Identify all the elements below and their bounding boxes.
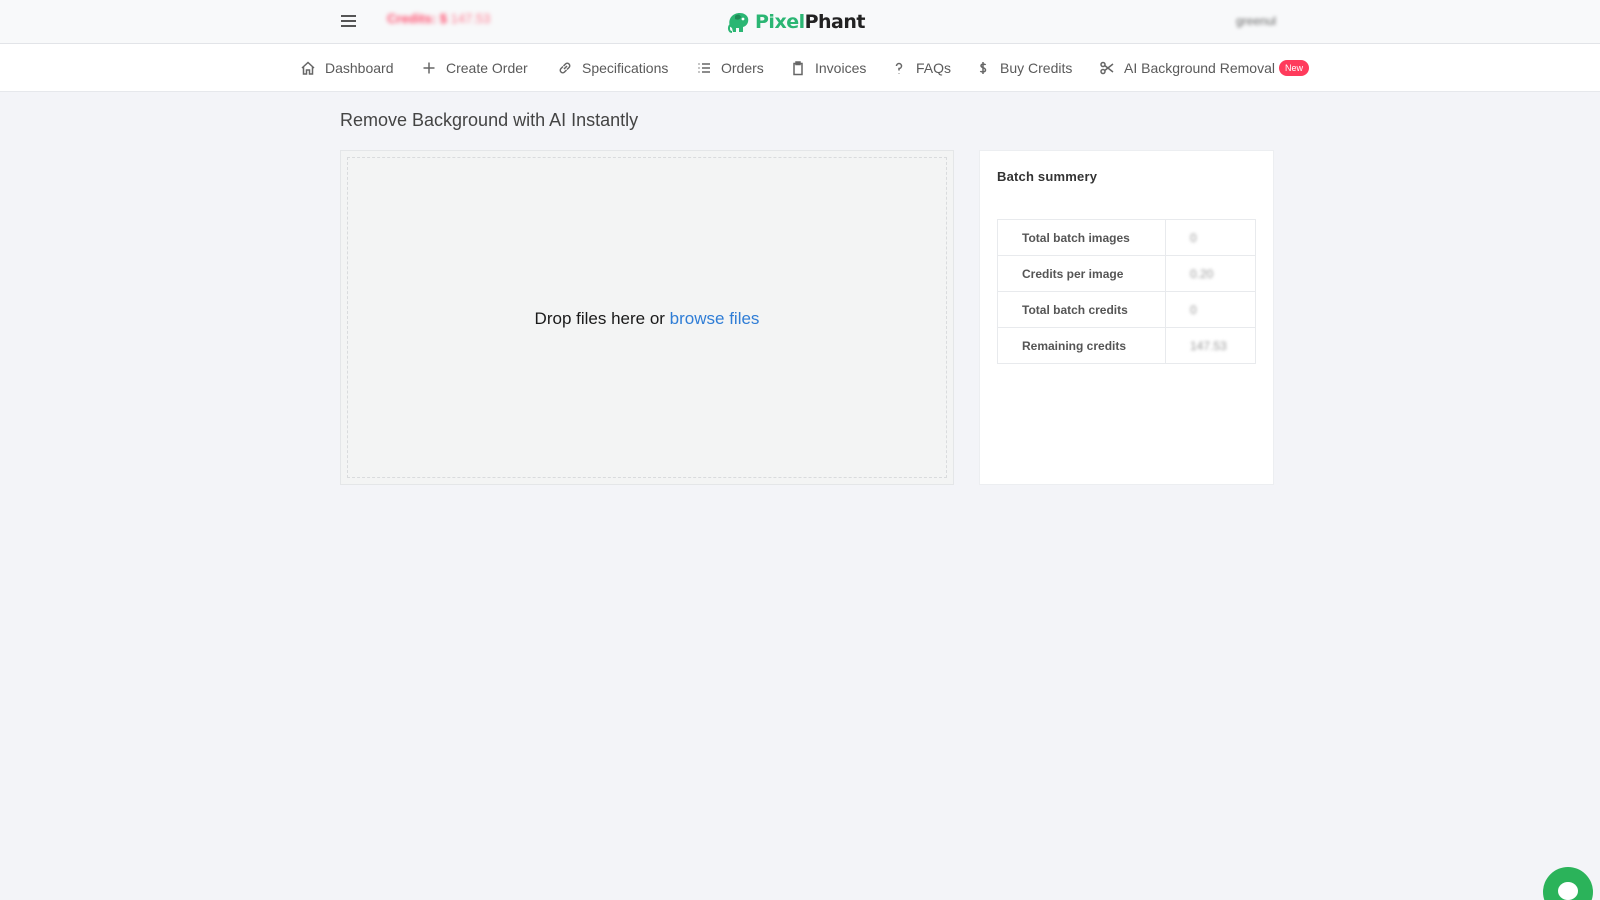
nav-item-create-order[interactable]: Create Order <box>421 44 528 92</box>
nav-item-buy-credits[interactable]: Buy Credits <box>975 44 1072 92</box>
batch-summary-title: Batch summery <box>997 169 1098 184</box>
scissors-icon <box>1099 60 1115 76</box>
plus-icon <box>421 60 437 76</box>
batch-summary-table: Total batch images 0 Credits per image 0… <box>997 219 1256 364</box>
nav-label-buy-credits: Buy Credits <box>1000 60 1073 76</box>
top-header: Credits: $ 147.53 PixelPhant greenul <box>0 0 1600 44</box>
credits-balance: Credits: $ 147.53 <box>387 11 490 26</box>
summary-value: 0.20 <box>1165 255 1256 292</box>
link-icon <box>557 60 573 76</box>
main-nav: Dashboard Create Order Specifications Or… <box>0 44 1600 92</box>
nav-label-create-order: Create Order <box>446 60 528 76</box>
nav-label-orders: Orders <box>721 60 764 76</box>
table-row: Total batch credits 0 <box>997 291 1256 328</box>
nav-item-faqs[interactable]: FAQs <box>891 44 951 92</box>
summary-label: Total batch images <box>997 219 1166 256</box>
dropzone-text: Drop files here or browse files <box>348 309 946 329</box>
nav-item-specifications[interactable]: Specifications <box>557 44 668 92</box>
summary-value: 147.53 <box>1165 327 1256 364</box>
summary-value: 0 <box>1165 291 1256 328</box>
user-menu[interactable]: greenul <box>1236 14 1276 28</box>
home-icon <box>300 60 316 76</box>
chat-bubble-icon <box>1558 882 1578 900</box>
nav-item-orders[interactable]: Orders <box>696 44 764 92</box>
upload-card: Drop files here or browse files <box>340 150 954 485</box>
nav-label-ai-background-removal: AI Background Removal <box>1124 60 1275 76</box>
dollar-icon <box>975 60 991 76</box>
pixelphant-logo[interactable]: PixelPhant <box>726 7 865 37</box>
table-row: Remaining credits 147.53 <box>997 327 1256 364</box>
question-icon <box>891 60 907 76</box>
nav-item-ai-background-removal[interactable]: AI Background Removal New <box>1099 44 1309 92</box>
logo-text-pixel: Pixel <box>755 11 805 33</box>
summary-value: 0 <box>1165 219 1256 256</box>
dropzone-prompt: Drop files here or <box>534 309 665 328</box>
nav-label-dashboard: Dashboard <box>325 60 394 76</box>
summary-label: Total batch credits <box>997 291 1166 328</box>
clipboard-icon <box>790 60 806 76</box>
nav-label-faqs: FAQs <box>916 60 952 76</box>
table-row: Credits per image 0.20 <box>997 255 1256 292</box>
summary-label: Remaining credits <box>997 327 1166 364</box>
menu-icon[interactable] <box>338 12 360 32</box>
batch-summary-card: Batch summery Total batch images 0 Credi… <box>979 150 1274 485</box>
new-badge: New <box>1278 60 1309 76</box>
nav-label-invoices: Invoices <box>815 60 867 76</box>
browse-files-link[interactable]: browse files <box>670 309 760 328</box>
file-dropzone[interactable]: Drop files here or browse files <box>347 157 947 478</box>
logo-text-phant: Phant <box>804 11 866 33</box>
table-row: Total batch images 0 <box>997 219 1256 256</box>
chat-button[interactable] <box>1543 867 1593 900</box>
nav-item-invoices[interactable]: Invoices <box>790 44 866 92</box>
elephant-logo-icon <box>727 13 749 33</box>
credits-label: Credits: $ <box>387 11 447 26</box>
credits-amount: 147.53 <box>450 11 491 26</box>
summary-label: Credits per image <box>997 255 1166 292</box>
nav-item-dashboard[interactable]: Dashboard <box>300 44 394 92</box>
nav-label-specifications: Specifications <box>582 60 669 76</box>
list-icon <box>696 60 712 76</box>
page-title: Remove Background with AI Instantly <box>340 110 639 130</box>
logo-text: PixelPhant <box>755 11 865 33</box>
